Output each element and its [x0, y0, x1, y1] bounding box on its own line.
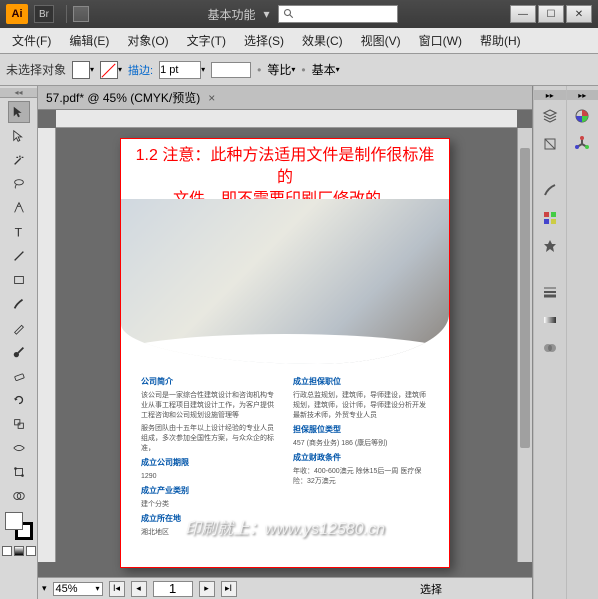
paintbrush-tool[interactable] — [8, 293, 30, 315]
magic-wand-tool[interactable] — [8, 149, 30, 171]
free-transform-tool[interactable] — [8, 461, 30, 483]
minimize-button[interactable]: — — [510, 5, 536, 23]
blob-brush-tool[interactable] — [8, 341, 30, 363]
artboards-panel-icon[interactable] — [538, 132, 562, 156]
rotate-tool[interactable] — [8, 389, 30, 411]
menu-file[interactable]: 文件(F) — [4, 28, 59, 53]
gradient-panel-icon[interactable] — [538, 308, 562, 332]
zoom-level[interactable]: 45%▾ — [53, 582, 103, 596]
lasso-tool[interactable] — [8, 173, 30, 195]
toolbox-collapse[interactable]: ◂◂ — [0, 88, 37, 98]
menu-type[interactable]: 文字(T) — [179, 28, 234, 53]
stroke-label[interactable]: 描边: — [128, 62, 153, 78]
search-input[interactable] — [278, 5, 398, 23]
status-bar: ▾ 45%▾ I◂ ◂ ▸ ▸I 选择 — [38, 577, 532, 599]
next-page-button[interactable]: ▸ — [199, 581, 215, 597]
vertical-scrollbar[interactable] — [517, 128, 532, 562]
fill-swatch[interactable] — [72, 61, 90, 79]
panel-dock: ▸▸ ▸▸ — [532, 86, 598, 599]
selection-status: 未选择对象 — [6, 61, 66, 78]
stroke-swatch[interactable] — [100, 61, 118, 79]
document-title: 57.pdf* @ 45% (CMYK/预览) — [46, 89, 200, 106]
scale-mode[interactable]: 等比 — [267, 61, 291, 78]
search-icon — [283, 8, 295, 20]
workspace-switcher[interactable]: 基本功能 — [207, 6, 255, 23]
swatches-panel-icon[interactable] — [538, 206, 562, 230]
menu-object[interactable]: 对象(O) — [119, 28, 176, 53]
bridge-icon[interactable]: Br — [34, 5, 54, 23]
control-bar: 未选择对象 ▾ ▾ 描边: ▾ • 等比▾ • 基本▾ — [0, 54, 598, 86]
title-bar: Ai Br 基本功能 ▾ — ☐ ✕ — [0, 0, 598, 28]
prev-page-button[interactable]: ◂ — [131, 581, 147, 597]
gradient-mode[interactable] — [14, 546, 24, 556]
style-dropdown[interactable]: 基本 — [312, 61, 336, 78]
first-page-button[interactable]: I◂ — [109, 581, 125, 597]
app-logo-icon: Ai — [6, 4, 28, 24]
color-guide-panel-icon[interactable] — [570, 132, 594, 156]
panel-collapse-2[interactable]: ▸▸ — [567, 90, 598, 100]
document-tab[interactable]: 57.pdf* @ 45% (CMYK/预览) × — [38, 86, 532, 110]
close-button[interactable]: ✕ — [566, 5, 592, 23]
menu-edit[interactable]: 编辑(E) — [61, 28, 117, 53]
shape-builder-tool[interactable] — [8, 485, 30, 507]
eraser-tool[interactable] — [8, 365, 30, 387]
fill-stroke-control[interactable] — [5, 512, 33, 540]
layers-panel-icon[interactable] — [538, 104, 562, 128]
arrange-docs-icon[interactable] — [73, 6, 89, 22]
maximize-button[interactable]: ☐ — [538, 5, 564, 23]
line-tool[interactable] — [8, 245, 30, 267]
none-mode[interactable] — [26, 546, 36, 556]
tool-mode-label: 选择 — [420, 581, 442, 597]
menu-bar: 文件(F) 编辑(E) 对象(O) 文字(T) 选择(S) 效果(C) 视图(V… — [0, 28, 598, 54]
color-mode[interactable] — [2, 546, 12, 556]
tools-panel: ◂◂ T — [0, 86, 38, 599]
page-input[interactable] — [153, 581, 193, 597]
pencil-tool[interactable] — [8, 317, 30, 339]
panel-collapse-1[interactable]: ▸▸ — [534, 90, 566, 100]
last-page-button[interactable]: ▸I — [221, 581, 237, 597]
direct-selection-tool[interactable] — [8, 125, 30, 147]
menu-window[interactable]: 窗口(W) — [411, 28, 470, 53]
menu-view[interactable]: 视图(V) — [353, 28, 409, 53]
scale-tool[interactable] — [8, 413, 30, 435]
width-tool[interactable] — [8, 437, 30, 459]
artboard[interactable]: 1.2 注意：此种方法适用文件是制作很标准的 文件，即不需要印刷厂修改的。 公司… — [120, 138, 450, 568]
close-tab-icon[interactable]: × — [208, 91, 215, 105]
stroke-panel-icon[interactable] — [538, 280, 562, 304]
selection-tool[interactable] — [8, 101, 30, 123]
rectangle-tool[interactable] — [8, 269, 30, 291]
menu-select[interactable]: 选择(S) — [236, 28, 292, 53]
brushes-panel-icon[interactable] — [538, 178, 562, 202]
color-panel-icon[interactable] — [570, 104, 594, 128]
vsp-dropdown[interactable] — [211, 62, 251, 78]
zoom-dec[interactable]: ▾ — [42, 583, 47, 594]
stroke-weight-input[interactable] — [159, 61, 201, 79]
watermark: 印刷就上：www.ys12580.cn — [121, 515, 449, 539]
horizontal-ruler — [56, 110, 517, 128]
canvas[interactable]: 1.2 注意：此种方法适用文件是制作很标准的 文件，即不需要印刷厂修改的。 公司… — [38, 110, 532, 577]
symbols-panel-icon[interactable] — [538, 234, 562, 258]
transparency-panel-icon[interactable] — [538, 336, 562, 360]
vertical-ruler — [38, 128, 56, 562]
pen-tool[interactable] — [8, 197, 30, 219]
type-tool[interactable]: T — [8, 221, 30, 243]
svg-text:T: T — [14, 225, 22, 239]
brochure-hero-image — [121, 199, 449, 364]
menu-help[interactable]: 帮助(H) — [472, 28, 529, 53]
menu-effect[interactable]: 效果(C) — [294, 28, 351, 53]
